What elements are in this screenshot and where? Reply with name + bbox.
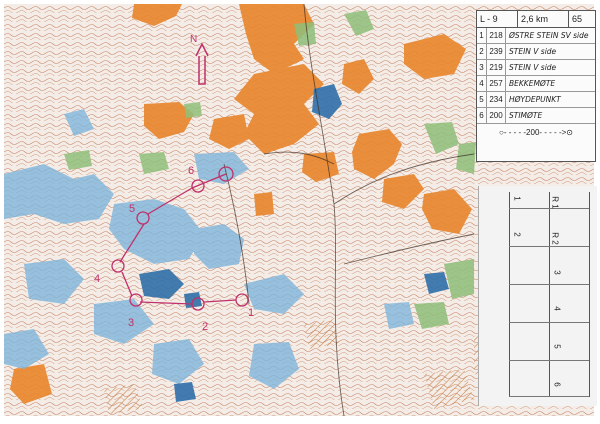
control-row: 4 257 BEKKEMØTE [477,76,595,92]
card-box-label: 1 [512,196,522,201]
card-row-line [509,208,589,209]
card-row-line [509,396,589,397]
control-label-3: 3 [128,317,134,329]
control-label-5: 5 [129,203,135,215]
control-row: 5 234 HØYDEPUNKT [477,92,595,108]
map-photo-frame: N 1 2 3 4 5 6 L - 9 2,6 km 65 1 218 ØSTR… [0,0,600,424]
control-row: 6 200 STIMØTE [477,108,595,124]
course-name: L - 9 [477,11,518,27]
course-header: L - 9 2,6 km 65 [477,11,595,28]
punch-card: R 1 R 2 1 2 3 4 5 6 [478,186,597,406]
card-box-label: 2 [512,232,522,237]
course-length: 2,6 km [518,11,569,27]
card-row-line [509,360,589,361]
card-box-label: 3 [552,270,562,275]
control-label-1: 1 [248,307,254,319]
finish-distance: ○- - - - -200- - - - ->⊙ [499,127,573,137]
card-row-line [509,246,589,247]
control-label-4: 4 [94,273,100,285]
card-row-line [509,322,589,323]
control-label-2: 2 [202,321,208,333]
control-row: 2 239 STEIN V side [477,44,595,60]
card-divider [589,192,590,397]
card-box-label: 6 [552,382,562,387]
north-label: N [190,34,197,45]
control-label-6: 6 [188,165,194,177]
card-r2-label: R 2 [550,232,560,245]
card-divider [509,192,510,397]
card-box-label: 5 [552,344,562,349]
control-description-sheet: L - 9 2,6 km 65 1 218 ØSTRE STEIN SV sid… [476,10,596,162]
card-divider [549,192,550,397]
control-row: 3 219 STEIN V side [477,60,595,76]
card-row-line [509,284,589,285]
card-r1-label: R 1 [550,196,560,209]
card-box-label: 4 [552,306,562,311]
control-row: 1 218 ØSTRE STEIN SV side [477,28,595,44]
course-climb: 65 [572,14,583,24]
